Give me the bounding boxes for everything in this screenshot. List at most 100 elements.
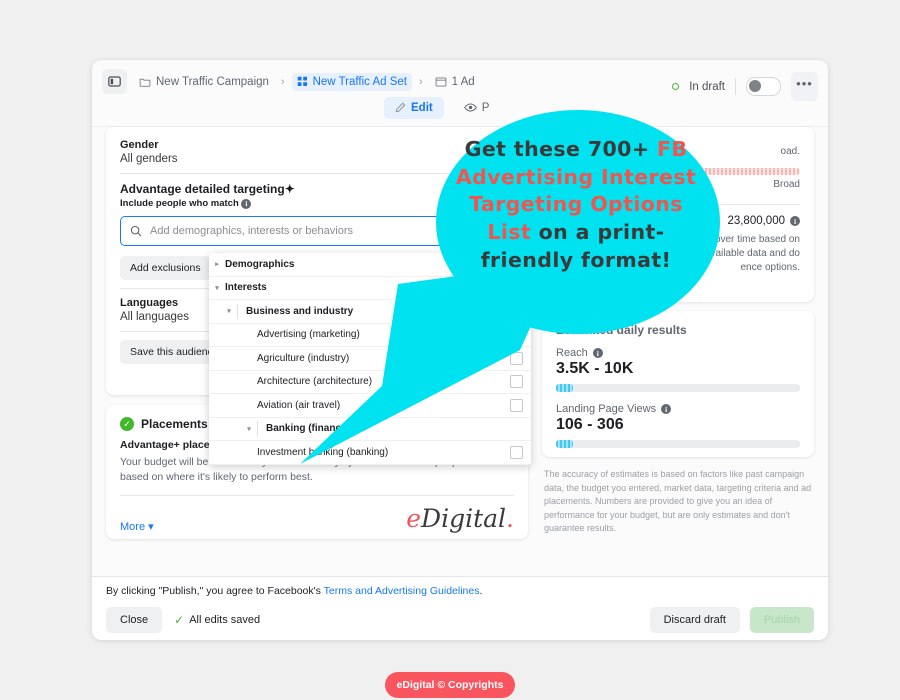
chevron-right-icon[interactable]: ▸ (209, 260, 225, 268)
bubble-line-3: Targeting Options (469, 192, 683, 217)
list-item[interactable]: Aviation (air travel) (209, 394, 531, 418)
list-item[interactable]: ▾ Interests (209, 277, 531, 300)
checkbox[interactable] (510, 351, 523, 365)
more-options-button[interactable]: ••• (791, 72, 818, 101)
logo-dot: . (506, 504, 514, 534)
info-icon[interactable]: i (790, 216, 800, 226)
chevron-down-icon[interactable]: ▾ (241, 425, 257, 433)
folder-icon (139, 76, 151, 88)
terms-note-prefix: By clicking "Publish," you agree to Face… (106, 585, 324, 597)
saved-status: ✓ All edits saved (174, 613, 260, 627)
list-item[interactable]: ▾ Banking (finance) (209, 418, 531, 441)
estimates-disclaimer: The accuracy of estimates is based on fa… (544, 469, 812, 533)
logo-text: Digital (421, 504, 507, 534)
checkbox[interactable] (510, 445, 523, 459)
pencil-icon (395, 102, 406, 113)
metric-value: 3.5K - 10K (556, 360, 634, 377)
breadcrumb-label: New Traffic Campaign (156, 75, 269, 88)
list-item-label: Advertising (marketing) (257, 329, 360, 341)
metric-bar-fill (556, 384, 574, 392)
check-icon: ✓ (174, 613, 185, 627)
list-item[interactable]: Advertising (marketing) (209, 324, 531, 347)
close-button[interactable]: Close (106, 607, 163, 633)
metric-label: Landing Page Views (556, 403, 657, 415)
chevron-down-icon[interactable]: ▾ (221, 307, 237, 315)
list-item-label: Business and industry (246, 305, 354, 317)
list-item[interactable]: ▾ Business and industry (209, 300, 531, 324)
info-icon[interactable]: i (661, 404, 672, 414)
bubble-line-4: List on a print- (440, 219, 712, 247)
checkbox[interactable] (510, 375, 523, 389)
check-circle-icon: ✓ (120, 417, 134, 431)
ad-window-icon (435, 76, 447, 88)
bubble-line-1-plain: Get these 700+ (464, 137, 657, 161)
discard-draft-button[interactable]: Discard draft (649, 607, 740, 633)
search-icon (130, 225, 142, 237)
eye-icon (463, 101, 477, 114)
list-item-label: Aviation (air travel) (257, 399, 341, 411)
breadcrumb-label: New Traffic Ad Set (312, 75, 407, 88)
bubble-line-1: Get these 700+ FB (440, 136, 712, 164)
include-label-text: Include people who match (120, 198, 239, 209)
list-item[interactable]: Investment banking (banking) (209, 441, 531, 465)
info-icon[interactable]: i (592, 348, 603, 358)
list-item[interactable]: Architecture (architecture) (209, 371, 531, 394)
metric-bar-fill (556, 440, 574, 448)
preview-label: P (481, 101, 490, 114)
estimated-results-card: Estimated daily results Reach i 3.5K - 10… (542, 311, 814, 457)
breadcrumb-label: 1 Ad (451, 75, 475, 88)
more-link[interactable]: More ▾ (120, 520, 154, 533)
chevron-down-icon[interactable]: ▾ (209, 284, 225, 292)
promo-bubble-text: Get these 700+ FB Advertising Interest T… (440, 136, 712, 274)
action-row: Edit P (384, 96, 497, 119)
list-item-label: Investment banking (banking) (257, 446, 389, 458)
breadcrumb-item-campaign[interactable]: New Traffic Campaign (134, 73, 274, 91)
edigital-logo: eDigital. (154, 504, 514, 533)
breadcrumb-item-adset[interactable]: New Traffic Ad Set (291, 72, 412, 91)
list-item-label: Architecture (architecture) (257, 376, 373, 388)
edit-label: Edit (411, 101, 433, 114)
checkbox[interactable] (510, 398, 523, 412)
checkbox[interactable] (510, 328, 523, 342)
status-badge: In draft (689, 80, 725, 93)
placements-title: Placements (141, 417, 208, 431)
list-item-label: Demographics (225, 258, 295, 270)
breadcrumb: New Traffic Campaign › New Traffic Ad Se… (102, 69, 480, 94)
metric-bar (556, 440, 800, 448)
draft-dot-icon (672, 83, 680, 90)
terms-note-suffix: . (479, 585, 483, 597)
add-exclusions-button[interactable]: Add exclusions (120, 256, 211, 280)
bubble-line-5: friendly format! (480, 247, 672, 272)
divider (120, 495, 514, 497)
screenshot-root: New Traffic Campaign › New Traffic Ad Se… (0, 0, 900, 700)
terms-note: By clicking "Publish," you agree to Face… (106, 585, 814, 597)
metric-value: 106 - 306 (556, 416, 624, 433)
interests-dropdown[interactable]: ▸ Demographics ▾ Interests ▾ Business and i… (209, 253, 531, 465)
metric-label: Reach (556, 347, 588, 359)
audience-number: 23,800,000 (727, 215, 785, 227)
logo-e: e (406, 504, 422, 534)
metric-bar (556, 384, 800, 392)
breadcrumb-item-ad[interactable]: 1 Ad (430, 73, 480, 91)
copyright-badge: eDigital © Copyrights (385, 672, 515, 698)
preview-button[interactable]: P (456, 96, 498, 119)
list-item-label: Interests (225, 282, 267, 294)
sidebar-panel-icon[interactable] (102, 69, 127, 94)
terms-link[interactable]: Terms and Advertising Guidelines (324, 585, 480, 597)
info-icon[interactable]: i (241, 198, 252, 209)
adset-grid-icon (297, 76, 308, 87)
footer-bar: By clicking "Publish," you agree to Face… (92, 576, 828, 640)
status-row: In draft ••• (672, 72, 818, 101)
divider (735, 78, 736, 95)
bubble-line-1-highlight: FB (656, 137, 688, 161)
publish-button[interactable]: Publish (749, 607, 814, 633)
saved-label: All edits saved (189, 614, 261, 626)
targeting-title-text: Advantage detailed targeting (120, 182, 285, 196)
results-title: Estimated daily results (556, 323, 687, 337)
edit-button[interactable]: Edit (384, 96, 444, 119)
list-item[interactable]: Agriculture (industry) (209, 347, 531, 371)
bubble-line-4-plain: on a print- (531, 220, 665, 245)
sparkle-icon: ✦ (284, 182, 295, 196)
breadcrumb-separator: › (280, 75, 285, 88)
activate-toggle[interactable] (746, 77, 781, 96)
